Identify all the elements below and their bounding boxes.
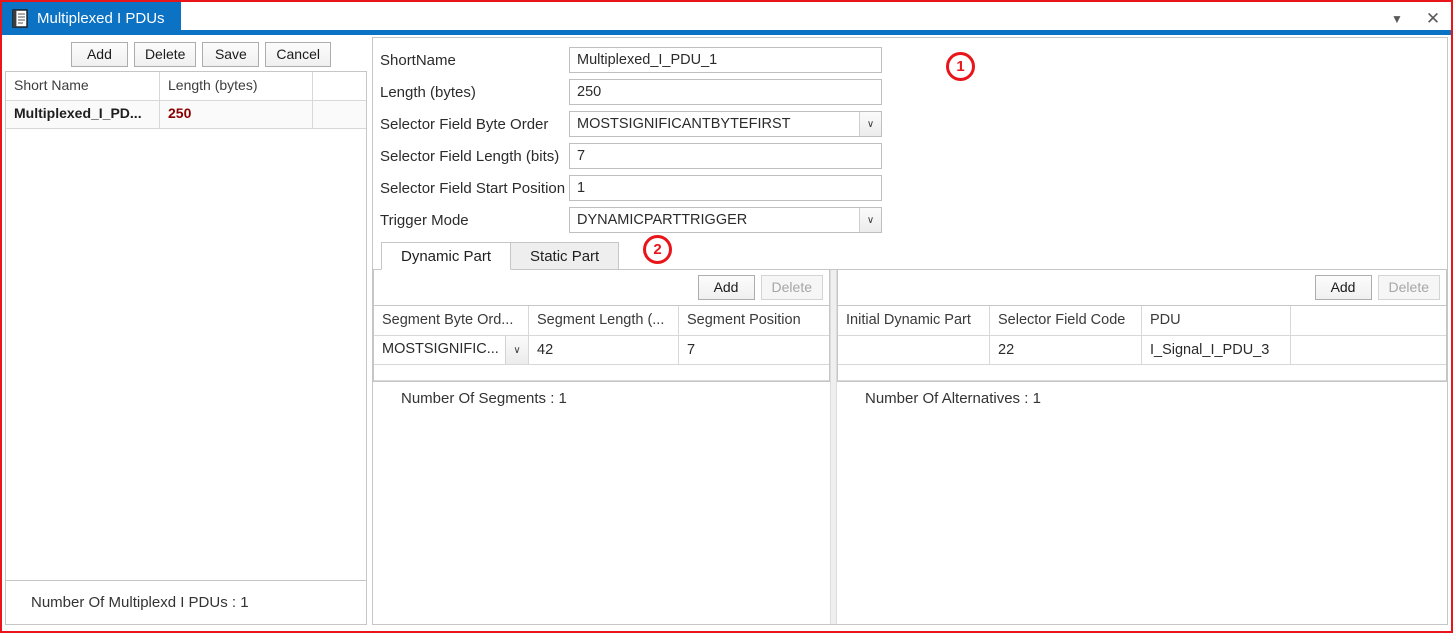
cell-initial-dynamic-part[interactable] bbox=[838, 336, 990, 364]
chevron-down-icon[interactable]: ∨ bbox=[505, 336, 528, 364]
selector-field-start-position-input[interactable]: 1 bbox=[569, 175, 882, 201]
alternatives-empty-row bbox=[838, 365, 1446, 381]
segments-fill-area bbox=[373, 415, 830, 624]
document-icon bbox=[12, 9, 29, 28]
delete-button[interactable]: Delete bbox=[133, 41, 197, 67]
trigger-mode-value: DYNAMICPARTTRIGGER bbox=[577, 212, 748, 228]
segments-count-status: Number Of Segments : 1 bbox=[401, 390, 567, 407]
segments-add-button[interactable]: Add bbox=[697, 275, 755, 300]
column-header-segment-length[interactable]: Segment Length (... bbox=[529, 306, 679, 335]
alternatives-delete-button: Delete bbox=[1377, 275, 1440, 300]
field-row-length: Length (bytes) 250 bbox=[379, 76, 1447, 108]
alternatives-count-status: Number Of Alternatives : 1 bbox=[865, 390, 1041, 407]
segments-toolbar: Add Delete bbox=[373, 270, 830, 306]
document-tab-label: Multiplexed I PDUs bbox=[37, 10, 165, 27]
pdu-detail-panel: 1 2 ShortName Multiplexed_I_PDU_1 Length… bbox=[372, 37, 1448, 625]
pdu-list-toolbar: Add Delete Save Cancel bbox=[5, 37, 367, 71]
window-controls: ▼ ✕ bbox=[1387, 2, 1443, 35]
selector-field-byte-order-value: MOSTSIGNIFICANTBYTEFIRST bbox=[577, 116, 791, 132]
alternatives-fill-area bbox=[837, 415, 1447, 624]
alternatives-table-row[interactable]: 22 I_Signal_I_PDU_3 bbox=[838, 336, 1446, 365]
label-length: Length (bytes) bbox=[380, 83, 476, 101]
label-selector-field-byte-order: Selector Field Byte Order bbox=[380, 115, 549, 133]
pdu-count-status: Number Of Multiplexd I PDUs : 1 bbox=[5, 581, 367, 625]
column-header-filler bbox=[1291, 306, 1446, 335]
field-row-shortname: ShortName Multiplexed_I_PDU_1 bbox=[379, 44, 1447, 76]
pdu-list-panel: Add Delete Save Cancel Short Name Length… bbox=[5, 37, 367, 625]
field-row-selector-field-byte-order: Selector Field Byte Order MOSTSIGNIFICAN… bbox=[379, 108, 1447, 140]
pdu-list-table: Short Name Length (bytes) Multiplexed_I_… bbox=[5, 71, 367, 581]
alternatives-toolbar: Add Delete bbox=[837, 270, 1447, 306]
table-empty-area bbox=[6, 129, 366, 580]
segments-delete-button: Delete bbox=[760, 275, 823, 300]
annotation-badge-1: 1 bbox=[946, 52, 975, 81]
title-bar: Multiplexed I PDUs ▼ ✕ bbox=[2, 2, 1451, 35]
column-header-length[interactable]: Length (bytes) bbox=[160, 72, 313, 100]
cell-pdu[interactable]: I_Signal_I_PDU_3 bbox=[1142, 336, 1291, 364]
table-row[interactable]: Multiplexed_I_PD... 250 bbox=[6, 101, 366, 129]
cell-segment-position[interactable]: 7 bbox=[679, 336, 831, 364]
cell-selector-field-code[interactable]: 22 bbox=[990, 336, 1142, 364]
column-header-short-name[interactable]: Short Name bbox=[6, 72, 160, 100]
application-window: Multiplexed I PDUs ▼ ✕ Add Delete Save C… bbox=[0, 0, 1453, 633]
segments-panel: Add Delete Segment Byte Ord... Segment L… bbox=[373, 270, 830, 624]
chevron-down-icon[interactable]: ∨ bbox=[859, 112, 881, 136]
shortname-input[interactable]: Multiplexed_I_PDU_1 bbox=[569, 47, 882, 73]
column-header-selector-field-code[interactable]: Selector Field Code bbox=[990, 306, 1142, 335]
tab-static-part[interactable]: Static Part bbox=[510, 242, 620, 270]
chevron-down-icon[interactable]: ▼ bbox=[1387, 9, 1407, 29]
alternatives-table: Initial Dynamic Part Selector Field Code… bbox=[837, 306, 1447, 382]
selector-field-byte-order-select[interactable]: MOSTSIGNIFICANTBYTEFIRST ∨ bbox=[569, 111, 882, 137]
panel-splitter[interactable] bbox=[830, 270, 837, 624]
alternatives-panel: Add Delete Initial Dynamic Part Selector… bbox=[837, 270, 1447, 624]
dynamic-part-content: Add Delete Segment Byte Ord... Segment L… bbox=[373, 269, 1447, 624]
segments-header-row: Segment Byte Ord... Segment Length (... … bbox=[374, 306, 829, 336]
label-selector-field-length: Selector Field Length (bits) bbox=[380, 147, 560, 165]
chevron-down-icon[interactable]: ∨ bbox=[859, 208, 881, 232]
detail-tabs: Dynamic Part Static Part bbox=[373, 242, 1447, 270]
field-row-selector-field-length: Selector Field Length (bits) 7 bbox=[379, 140, 1447, 172]
cell-length[interactable]: 250 bbox=[160, 101, 313, 128]
add-button[interactable]: Add bbox=[70, 41, 128, 67]
alternatives-header-row: Initial Dynamic Part Selector Field Code… bbox=[838, 306, 1446, 336]
column-header-filler bbox=[313, 72, 366, 100]
cell-filler bbox=[1291, 336, 1446, 364]
length-input[interactable]: 250 bbox=[569, 79, 882, 105]
main-content: Add Delete Save Cancel Short Name Length… bbox=[2, 35, 1451, 628]
label-shortname: ShortName bbox=[380, 51, 456, 69]
tab-dynamic-part[interactable]: Dynamic Part bbox=[381, 242, 512, 270]
table-header-row: Short Name Length (bytes) bbox=[6, 72, 366, 101]
pdu-properties-form: ShortName Multiplexed_I_PDU_1 Length (by… bbox=[373, 38, 1447, 236]
field-row-selector-field-start-position: Selector Field Start Position 1 bbox=[379, 172, 1447, 204]
cell-short-name[interactable]: Multiplexed_I_PD... bbox=[6, 101, 160, 128]
field-row-trigger-mode: Trigger Mode DYNAMICPARTTRIGGER ∨ bbox=[379, 204, 1447, 236]
alternatives-add-button[interactable]: Add bbox=[1314, 275, 1372, 300]
label-trigger-mode: Trigger Mode bbox=[380, 211, 469, 229]
column-header-initial-dynamic-part[interactable]: Initial Dynamic Part bbox=[838, 306, 990, 335]
cell-segment-length[interactable]: 42 bbox=[529, 336, 679, 364]
label-selector-field-start-position: Selector Field Start Position bbox=[380, 179, 566, 197]
column-header-pdu[interactable]: PDU bbox=[1142, 306, 1291, 335]
segments-table-row[interactable]: MOSTSIGNIFIC... ∨ 42 7 bbox=[374, 336, 829, 365]
annotation-badge-2: 2 bbox=[643, 235, 672, 264]
cancel-button[interactable]: Cancel bbox=[265, 41, 331, 67]
column-header-segment-position[interactable]: Segment Position bbox=[679, 306, 831, 335]
close-icon[interactable]: ✕ bbox=[1423, 9, 1443, 29]
segments-empty-row bbox=[374, 365, 829, 381]
cell-filler bbox=[313, 101, 366, 128]
segment-byte-order-value: MOSTSIGNIFIC... bbox=[382, 341, 499, 357]
column-header-segment-byte-order[interactable]: Segment Byte Ord... bbox=[374, 306, 529, 335]
trigger-mode-select[interactable]: DYNAMICPARTTRIGGER ∨ bbox=[569, 207, 882, 233]
save-button[interactable]: Save bbox=[202, 41, 260, 67]
cell-segment-byte-order[interactable]: MOSTSIGNIFIC... ∨ bbox=[374, 336, 529, 364]
document-tab-multiplexed-i-pdus[interactable]: Multiplexed I PDUs bbox=[2, 2, 181, 35]
segments-table: Segment Byte Ord... Segment Length (... … bbox=[373, 306, 830, 382]
selector-field-length-input[interactable]: 7 bbox=[569, 143, 882, 169]
